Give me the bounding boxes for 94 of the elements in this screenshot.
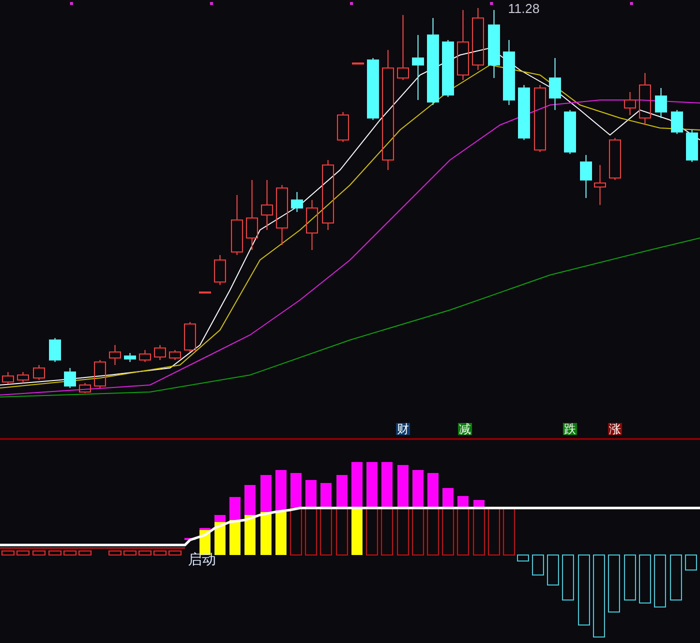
candlestick <box>594 164 606 206</box>
candlestick <box>124 352 136 362</box>
histogram-bar <box>154 550 166 556</box>
histogram-bar <box>260 475 272 512</box>
histogram-bar <box>168 550 182 556</box>
candlestick <box>367 58 379 120</box>
histogram-bar <box>290 473 302 508</box>
histogram-bar <box>138 550 152 556</box>
histogram-bar <box>397 508 409 556</box>
histogram-bar <box>624 554 636 600</box>
candlestick <box>33 364 45 380</box>
histogram-bar <box>48 550 62 556</box>
histogram-bar <box>124 550 136 556</box>
candlestick <box>49 338 61 362</box>
candlestick <box>488 10 500 78</box>
candlestick <box>671 110 683 134</box>
candlestick <box>549 58 561 110</box>
candlestick <box>169 350 181 360</box>
candlestick <box>291 192 303 212</box>
candlestick <box>109 344 121 366</box>
candlestick <box>655 88 667 118</box>
candlestick <box>199 292 211 294</box>
candlestick <box>352 62 364 64</box>
signal-tag: 财 <box>396 423 410 435</box>
histogram-bar <box>670 554 682 600</box>
candlestick <box>261 180 273 230</box>
candlestick <box>154 344 166 360</box>
candlestick <box>472 8 484 70</box>
histogram-bar <box>276 470 286 512</box>
histogram-bar <box>685 554 697 570</box>
histogram-bar <box>276 512 286 555</box>
histogram-bar <box>608 554 620 612</box>
candlestick <box>580 154 592 198</box>
histogram-bar <box>260 512 272 555</box>
candlestick <box>64 368 76 388</box>
histogram-bar <box>366 508 378 556</box>
start-signal-label: 启动 <box>188 552 216 566</box>
histogram-bar <box>547 554 559 586</box>
high-price-label: 11.28 <box>508 2 540 15</box>
histogram-bar <box>488 508 500 556</box>
histogram-bar <box>290 508 302 556</box>
histogram-bar <box>412 508 424 556</box>
histogram-bar <box>503 508 515 556</box>
candlestick <box>564 110 576 154</box>
histogram-bar <box>517 554 529 562</box>
candlestick <box>639 72 651 126</box>
histogram-bar <box>398 465 408 508</box>
histogram-bar <box>352 462 362 508</box>
candlestick <box>503 40 515 106</box>
candlestick <box>306 200 318 250</box>
candlestick <box>139 350 151 362</box>
candlestick <box>322 160 334 230</box>
histogram-bar <box>428 473 438 508</box>
histogram-bar <box>366 462 378 508</box>
histogram-bar <box>352 508 362 555</box>
histogram-bar <box>412 470 424 508</box>
candlestick <box>442 40 454 98</box>
candlestick <box>534 84 546 152</box>
candlestick <box>94 360 106 388</box>
histogram-bar <box>244 515 256 555</box>
histogram-bar <box>32 550 46 556</box>
histogram-bar <box>108 550 122 556</box>
signal-tag: 跌 <box>563 423 577 435</box>
candlestick <box>686 130 698 162</box>
histogram-bar <box>64 550 76 556</box>
candlestick <box>246 180 258 250</box>
candlestick <box>397 14 409 80</box>
histogram-bar <box>578 554 590 626</box>
candlestick <box>609 138 621 180</box>
histogram-bar <box>381 508 393 556</box>
histogram-bar <box>654 554 666 608</box>
candlestick <box>231 194 243 256</box>
candlestick <box>184 322 196 352</box>
candlestick <box>79 382 91 394</box>
histogram-bar <box>16 550 30 556</box>
histogram-bar <box>382 462 392 508</box>
signal-tag: 涨 <box>608 423 622 435</box>
histogram-bar <box>562 554 574 600</box>
candlestick <box>17 372 29 384</box>
candlestick <box>624 92 636 116</box>
histogram-bar <box>639 554 651 604</box>
candlestick <box>518 84 530 140</box>
candlestick <box>214 254 226 286</box>
candlestick <box>457 10 469 80</box>
candlestick <box>276 184 288 246</box>
candlestick <box>412 34 424 100</box>
histogram-bar <box>427 508 439 556</box>
histogram-bar <box>2 550 14 556</box>
histogram-bar <box>78 550 92 556</box>
candlestick <box>2 372 14 384</box>
signal-tag: 减 <box>458 423 472 435</box>
histogram-bar <box>532 554 544 576</box>
candlestick <box>337 112 349 142</box>
histogram-bar <box>244 485 256 515</box>
